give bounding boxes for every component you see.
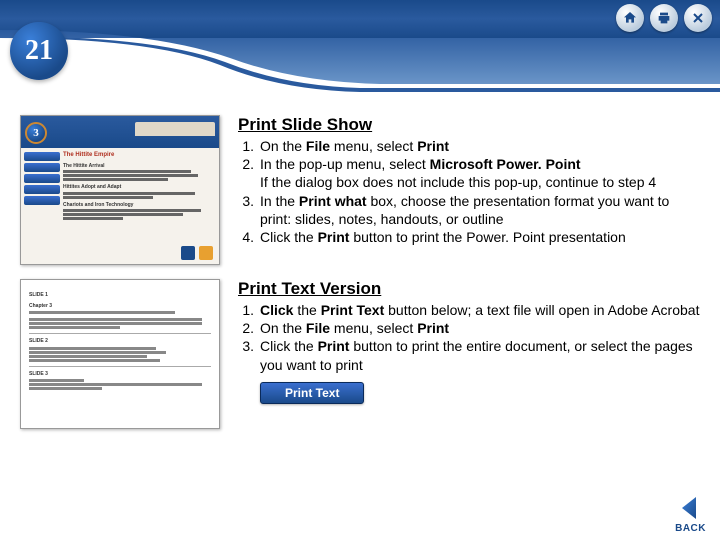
slide-thumbnail: 3 The Hittite Empire The Hittite Arrival…	[20, 115, 220, 265]
section-title: Print Slide Show	[238, 115, 700, 135]
thumb-title: The Hittite Empire	[63, 152, 213, 160]
home-icon[interactable]	[616, 4, 644, 32]
close-icon[interactable]	[684, 4, 712, 32]
instructions-slide: 1.On the File menu, select Print2.In the…	[238, 137, 700, 246]
back-button[interactable]: BACK	[675, 493, 706, 534]
instructions-text: 1.Click the Print Text button below; a t…	[238, 301, 700, 374]
content: 3 The Hittite Empire The Hittite Arrival…	[20, 115, 700, 510]
back-label: BACK	[675, 523, 706, 534]
text-thumbnail: SLIDE 1 Chapter 3 SLIDE 2 SLIDE 3	[20, 279, 220, 429]
back-arrow-icon	[676, 493, 706, 523]
thumb-badge: 3	[25, 122, 47, 144]
print-icon[interactable]	[650, 4, 678, 32]
print-text-button[interactable]: Print Text	[260, 382, 364, 404]
section-title: Print Text Version	[238, 279, 700, 299]
header-bar	[0, 0, 720, 38]
chapter-number: 21	[25, 35, 53, 67]
chapter-badge: 21	[10, 22, 68, 80]
section-text-version: SLIDE 1 Chapter 3 SLIDE 2 SLIDE 3 Print …	[20, 279, 700, 429]
section-body: Print Text Version 1.Click the Print Tex…	[238, 279, 700, 404]
section-body: Print Slide Show 1.On the File menu, sel…	[238, 115, 700, 246]
header-icons	[616, 4, 712, 32]
section-slide-show: 3 The Hittite Empire The Hittite Arrival…	[20, 115, 700, 265]
